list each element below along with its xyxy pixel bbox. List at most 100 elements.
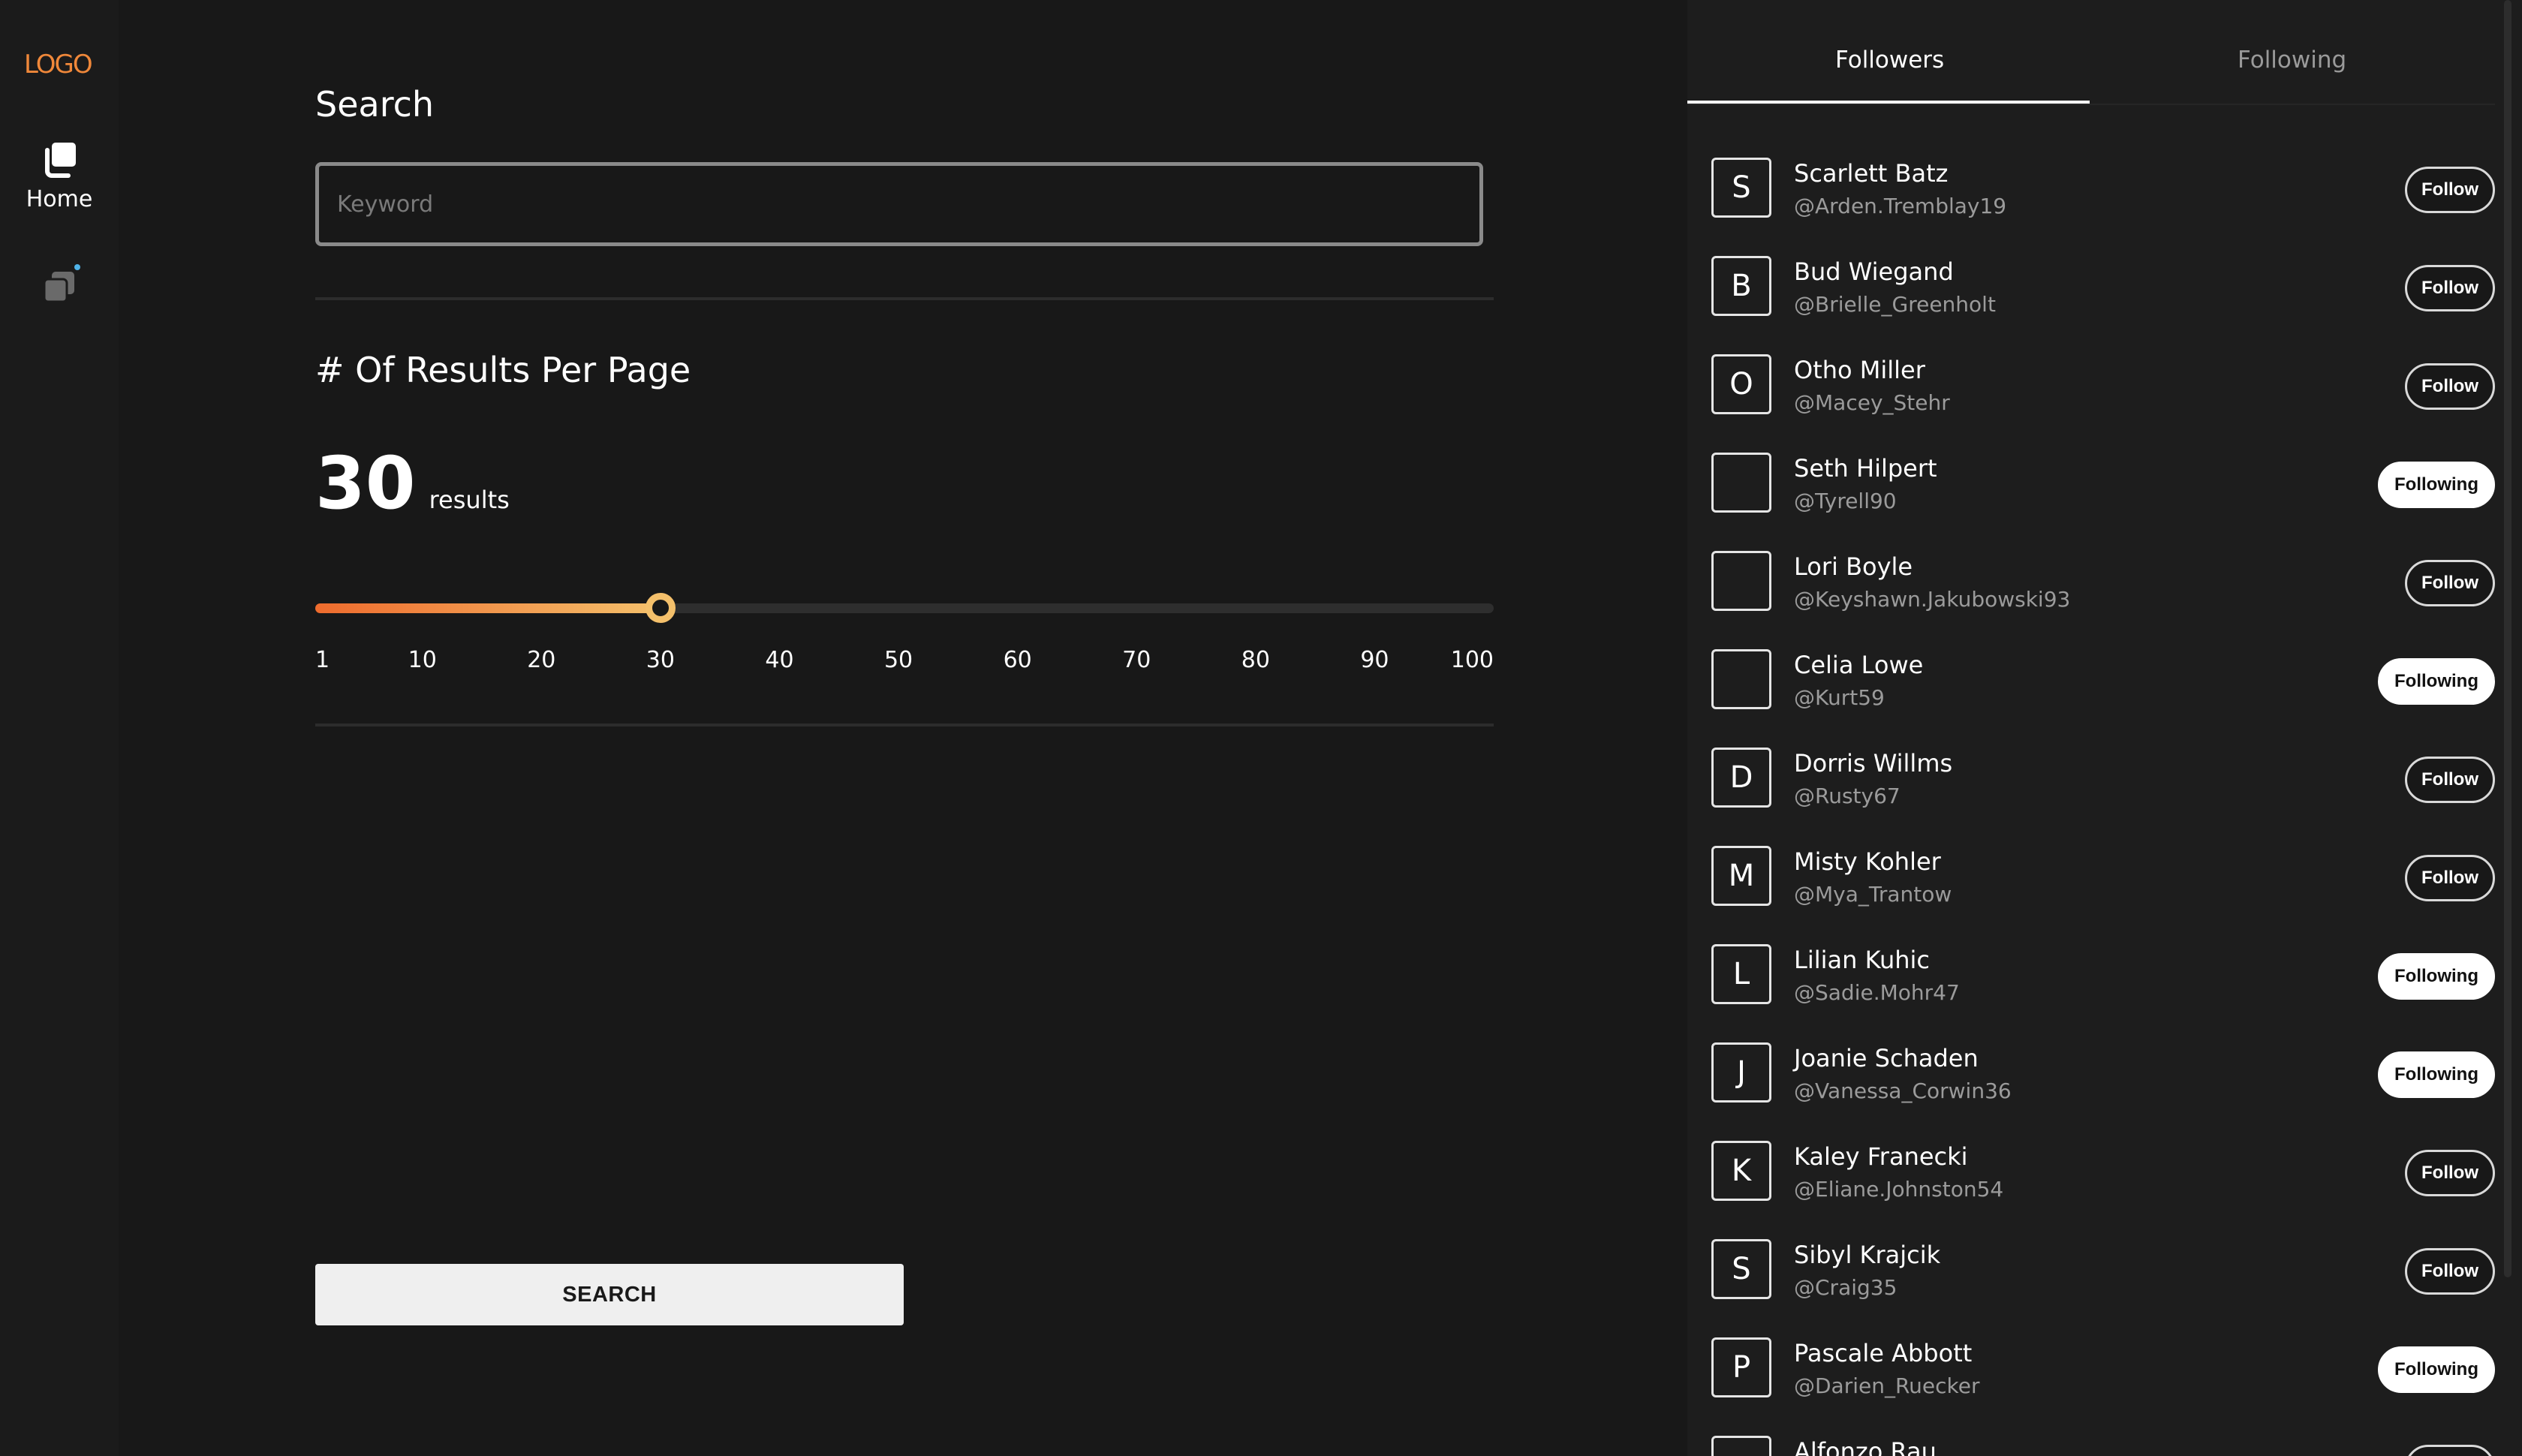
list-item[interactable]: Alfonzo Rau Follow [1687,1425,2495,1456]
tab-followers[interactable]: Followers [1835,47,1944,74]
list-item[interactable]: J Joanie Schaden @Vanessa_Corwin36 Followin… [1687,1032,2495,1130]
user-name[interactable]: Lilian Kuhic [1794,946,1930,974]
user-name[interactable]: Bud Wiegand [1794,257,1954,286]
list-item[interactable]: S Scarlett Batz @Arden.Tremblay19 Follow [1687,147,2495,245]
avatar[interactable] [1711,453,1771,513]
slider-tick-label: 100 [1450,647,1494,673]
slider-tick-label: 30 [646,647,675,673]
results-count: 30 results [315,441,510,525]
user-name[interactable]: Sibyl Krajcik [1794,1241,1940,1269]
avatar[interactable]: D [1711,748,1771,808]
slider-tick-label: 10 [408,647,437,673]
follow-button[interactable]: Follow [2405,1150,2495,1196]
slider-ticks: 1 10 20 30 40 50 60 70 80 90 100 [315,647,1494,677]
list-item[interactable]: P Pascale Abbott @Darien_Ruecker Following [1687,1327,2495,1425]
slider-tick-label: 50 [883,647,913,673]
search-button[interactable]: SEARCH [315,1264,904,1325]
follow-button[interactable]: Follow [2405,265,2495,311]
slider-fill [315,603,661,613]
slider-thumb[interactable] [645,593,676,623]
avatar[interactable] [1711,649,1771,709]
nav-item-home[interactable]: Home [0,140,119,212]
avatar[interactable] [1711,1436,1771,1456]
divider [315,723,1494,726]
list-item[interactable]: M Misty Kohler @Mya_Trantow Follow [1687,835,2495,934]
active-tab-indicator [1687,101,2090,104]
search-title: Search [315,84,435,125]
user-name[interactable]: Dorris Willms [1794,749,1952,778]
list-item[interactable]: K Kaley Franecki @Eliane.Johnston54 Follow [1687,1130,2495,1229]
following-button[interactable]: Following [2378,1346,2495,1393]
follow-button[interactable]: Follow [2405,363,2495,410]
tab-following[interactable]: Following [2238,47,2346,74]
follow-button[interactable]: Follow [2405,560,2495,606]
stacked-squares-icon [43,264,80,303]
avatar[interactable]: O [1711,354,1771,414]
following-button[interactable]: Following [2378,658,2495,705]
list-item[interactable]: O Otho Miller @Macey_Stehr Follow [1687,344,2495,442]
slider-tick-label: 80 [1241,647,1270,673]
user-name[interactable]: Joanie Schaden [1794,1044,1979,1072]
nav-item-secondary[interactable] [0,264,119,309]
list-item[interactable]: B Bud Wiegand @Brielle_Greenholt Follow [1687,245,2495,344]
list-item[interactable]: L Lilian Kuhic @Sadie.Mohr47 Following [1687,934,2495,1032]
follow-button[interactable]: Follow [2405,1445,2495,1456]
avatar[interactable]: S [1711,1239,1771,1299]
followers-panel: Followers Following S Scarlett Batz @Arden… [1687,0,2522,1456]
following-button[interactable]: Following [2378,1051,2495,1098]
follow-button[interactable]: Follow [2405,1248,2495,1295]
slider-tick-label: 40 [765,647,794,673]
slider-tick-label: 70 [1122,647,1151,673]
user-handle: @Brielle_Greenholt [1794,292,1996,317]
avatar[interactable]: P [1711,1337,1771,1397]
user-name[interactable]: Kaley Franecki [1794,1142,1968,1171]
user-name[interactable]: Misty Kohler [1794,847,1941,876]
user-name[interactable]: Scarlett Batz [1794,159,1948,188]
user-name[interactable]: Alfonzo Rau [1794,1437,1937,1456]
user-handle: @Mya_Trantow [1794,882,1952,907]
avatar[interactable]: K [1711,1141,1771,1201]
slider-tick-label: 60 [1003,647,1032,673]
user-name[interactable]: Lori Boyle [1794,552,1913,581]
avatar[interactable]: S [1711,158,1771,218]
list-item[interactable]: D Dorris Willms @Rusty67 Follow [1687,737,2495,835]
list-item[interactable]: Celia Lowe @Kurt59 Following [1687,639,2495,737]
user-handle: @Macey_Stehr [1794,390,1950,415]
avatar[interactable] [1711,551,1771,611]
tab-divider [1687,104,2495,105]
notification-dot-icon [74,264,80,270]
follow-button[interactable]: Follow [2405,757,2495,803]
user-name[interactable]: Seth Hilpert [1794,454,1937,483]
avatar[interactable]: B [1711,256,1771,316]
user-handle: @Vanessa_Corwin36 [1794,1078,2012,1103]
user-name[interactable]: Pascale Abbott [1794,1339,1972,1367]
slider-tick-label: 20 [527,647,556,673]
user-name[interactable]: Celia Lowe [1794,651,1923,679]
user-name[interactable]: Otho Miller [1794,356,1925,384]
following-button[interactable]: Following [2378,462,2495,508]
list-item[interactable]: S Sibyl Krajcik @Craig35 Follow [1687,1229,2495,1327]
follow-button[interactable]: Follow [2405,167,2495,213]
follow-button[interactable]: Follow [2405,855,2495,901]
list-item[interactable]: Seth Hilpert @Tyrell90 Following [1687,442,2495,540]
user-handle: @Arden.Tremblay19 [1794,194,2007,218]
nav-item-label: Home [26,186,93,212]
divider [315,297,1494,300]
scrollbar[interactable] [2504,0,2511,1277]
user-handle: @Sadie.Mohr47 [1794,980,1960,1005]
user-handle: @Keyshawn.Jakubowski93 [1794,587,2071,612]
user-handle: @Kurt59 [1794,685,1885,710]
user-handle: @Darien_Ruecker [1794,1373,1980,1398]
side-nav: LOGO Home [0,0,119,1456]
avatar[interactable]: J [1711,1042,1771,1103]
user-handle: @Eliane.Johnston54 [1794,1177,2004,1202]
results-slider[interactable] [315,593,1494,623]
user-handle: @Tyrell90 [1794,489,1897,513]
tab-bar: Followers Following [1687,0,2495,105]
following-button[interactable]: Following [2378,953,2495,1000]
results-count-unit: results [429,486,510,514]
avatar[interactable]: L [1711,944,1771,1004]
list-item[interactable]: Lori Boyle @Keyshawn.Jakubowski93 Follow [1687,540,2495,639]
avatar[interactable]: M [1711,846,1771,906]
keyword-input[interactable] [315,162,1483,246]
